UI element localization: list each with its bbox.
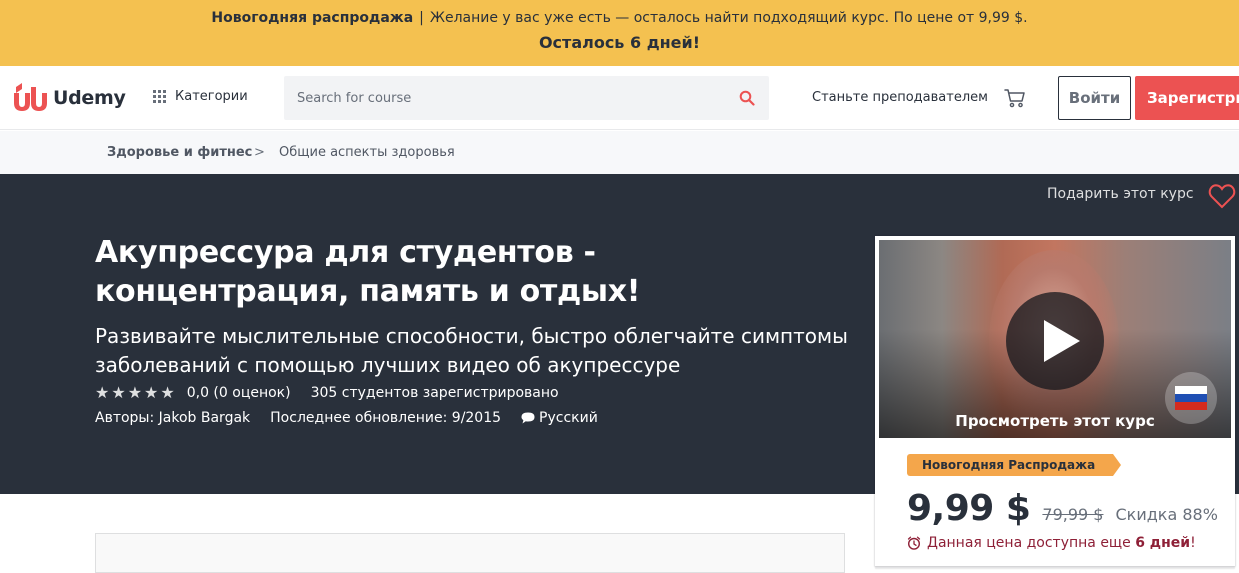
course-authors: Авторы: Jakob Bargak	[95, 410, 251, 426]
star-icon: ★	[95, 383, 110, 402]
udemy-logo-icon	[14, 83, 47, 111]
what-you-learn-box	[95, 533, 845, 573]
promo-title: Новогодняя распродажа	[211, 10, 414, 26]
signup-button[interactable]: Зарегистрироваться	[1135, 76, 1239, 120]
course-rating: ★ ★ ★ ★ ★ 0,0 (0 оценок) 305 студентов з…	[95, 383, 559, 402]
gift-course-link[interactable]: Подарить этот курс	[1047, 186, 1194, 202]
star-icon: ★	[144, 383, 159, 402]
original-price: 79,99 $	[1042, 505, 1104, 524]
sale-badge: Новогодняя Распродажа	[907, 454, 1122, 476]
heart-icon[interactable]	[1208, 183, 1236, 209]
search-icon[interactable]	[739, 90, 755, 106]
top-navbar: Udemy Категории Станьте преподавателем В…	[0, 66, 1239, 130]
become-instructor-link[interactable]: Станьте преподавателем	[812, 90, 988, 105]
breadcrumb-category[interactable]: Здоровье и фитнес	[107, 145, 252, 160]
price-deadline: Данная цена доступна еще 6 дней!	[907, 535, 1196, 551]
discount-label: Скидка 88%	[1115, 505, 1218, 524]
current-price: 9,99 $	[907, 488, 1031, 529]
students-count: 305 студентов зарегистрировано	[310, 384, 559, 401]
course-subtitle: Развивайте мыслительные способности, быс…	[95, 324, 848, 377]
cart-icon[interactable]	[1004, 87, 1026, 109]
preview-label: Просмотреть этот курс	[955, 412, 1155, 430]
course-language: Русский	[521, 410, 598, 426]
categories-menu[interactable]: Категории	[153, 89, 248, 104]
promo-description: Желание у вас уже есть — осталось найти …	[429, 10, 1028, 26]
course-title: Акупрессура для студентов - концентрация…	[95, 235, 641, 309]
russia-flag-icon	[1175, 386, 1207, 410]
play-icon	[1044, 320, 1080, 362]
categories-label: Категории	[175, 89, 248, 104]
deadline-suffix: !	[1190, 535, 1196, 551]
promo-text: Новогодняя распродажа | Желание у вас уже …	[0, 10, 1239, 26]
deadline-text: Данная цена доступна еще	[927, 535, 1131, 551]
udemy-logo[interactable]: Udemy	[12, 83, 126, 113]
course-preview-video[interactable]: Просмотреть этот курс	[879, 240, 1231, 438]
promo-separator: |	[419, 10, 424, 26]
course-meta: Авторы: Jakob Bargak Последнее обновлени…	[95, 410, 598, 426]
play-button[interactable]	[1006, 292, 1104, 390]
breadcrumb-subcategory[interactable]: Общие аспекты здоровья	[279, 145, 455, 160]
star-icon: ★	[127, 383, 143, 402]
language-label: Русский	[539, 410, 598, 426]
grid-icon	[153, 90, 166, 103]
promo-countdown: Осталось 6 дней!	[538, 33, 701, 52]
star-icon: ★	[160, 383, 175, 402]
breadcrumb: Здоровье и фитнес > Общие аспекты здоров…	[0, 131, 1239, 174]
alarm-clock-icon	[907, 536, 921, 550]
purchase-card: Просмотреть этот курс Новогодняя Распрод…	[875, 236, 1235, 566]
promo-banner[interactable]: Новогодняя распродажа | Желание у вас уже …	[0, 0, 1239, 66]
rating-text: 0,0 (0 оценок)	[186, 384, 291, 401]
login-button[interactable]: Войти	[1058, 76, 1131, 120]
last-updated: Последнее обновление: 9/2015	[270, 410, 502, 426]
logo-text: Udemy	[53, 87, 126, 109]
star-icon: ★	[111, 383, 126, 402]
search-input[interactable]	[284, 76, 724, 120]
deadline-days: 6 дней	[1135, 535, 1191, 551]
search-bar	[284, 76, 769, 120]
price-row: 9,99 $ 79,99 $ Скидка 88%	[907, 488, 1218, 529]
star-rating: ★ ★ ★ ★ ★	[95, 383, 177, 402]
chat-bubble-icon	[521, 412, 535, 424]
breadcrumb-separator: >	[254, 145, 265, 160]
